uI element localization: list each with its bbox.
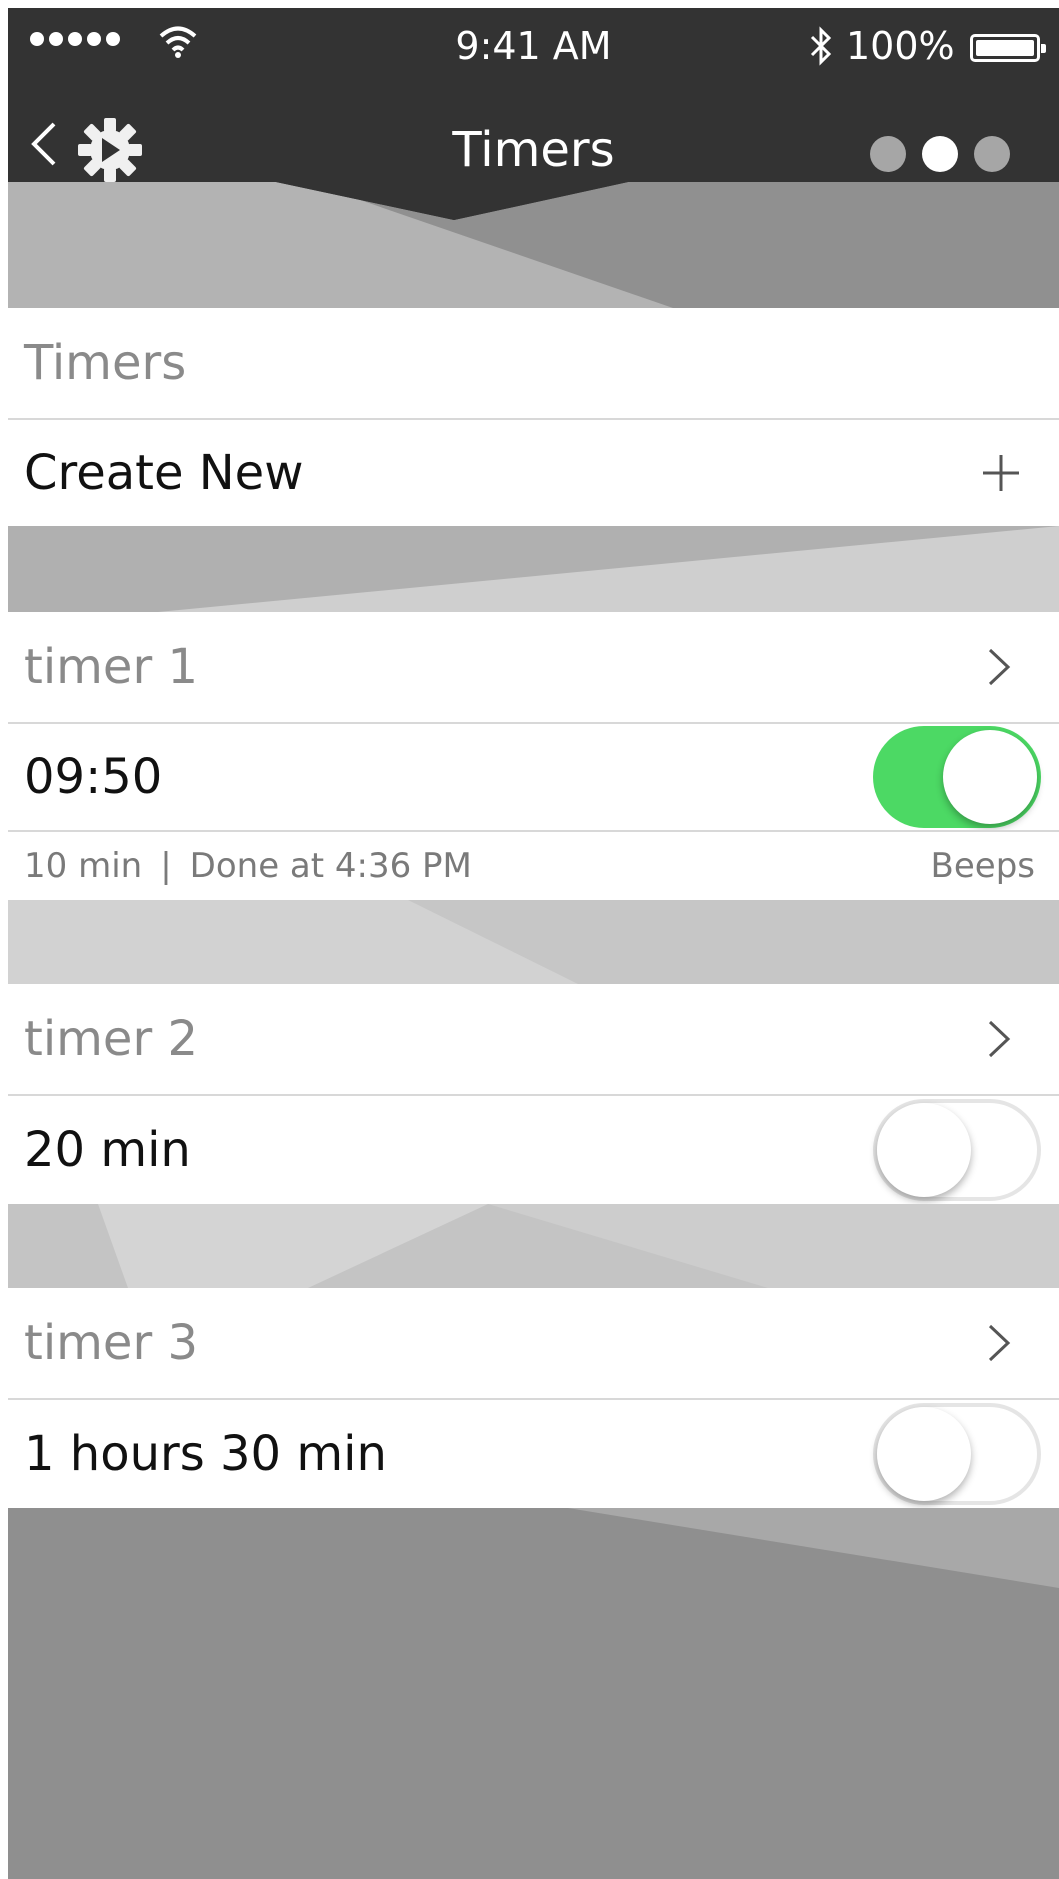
chevron-right-icon[interactable] (987, 1323, 1011, 1363)
section-title: Timers (24, 335, 187, 391)
plus-icon[interactable] (979, 451, 1023, 495)
timer-value: 1 hours 30 min (24, 1426, 387, 1482)
timer-name-row[interactable]: timer 3 (8, 1288, 1059, 1398)
battery-percent: 100% (846, 24, 955, 68)
timer-name-row[interactable]: timer 1 (8, 612, 1059, 722)
timer-value: 09:50 (24, 749, 163, 805)
background-band (8, 900, 1059, 984)
timer-value-row: 1 hours 30 min (8, 1400, 1059, 1508)
timer-toggle[interactable] (873, 726, 1041, 828)
chevron-right-icon[interactable] (987, 1019, 1011, 1059)
app-screen: 9:41 AM 100% Timers Timers Create New ti… (8, 8, 1059, 1879)
details-separator: | (160, 846, 172, 886)
page-indicator[interactable] (870, 136, 1010, 172)
timer-toggle[interactable] (873, 1099, 1041, 1201)
timer-done-text: Done at 4:36 PM (189, 846, 472, 886)
timer-name: timer 3 (24, 1315, 198, 1371)
battery-icon (970, 34, 1046, 62)
background-band (8, 526, 1059, 612)
page-dot[interactable] (870, 136, 906, 172)
toggle-knob (877, 1103, 971, 1197)
timer-details-row: 10 min | Done at 4:36 PM Beeps (8, 832, 1059, 900)
bluetooth-icon (810, 26, 832, 66)
toggle-knob (877, 1407, 971, 1501)
footer-background-band (8, 1508, 1059, 1879)
timer-value-row: 20 min (8, 1096, 1059, 1204)
timer-value: 20 min (24, 1122, 191, 1178)
timer-details: 10 min | Done at 4:36 PM (24, 846, 472, 886)
timer-name: timer 2 (24, 1011, 198, 1067)
timer-name-row[interactable]: timer 2 (8, 984, 1059, 1094)
create-new-row[interactable]: Create New (8, 420, 1059, 526)
section-header: Timers (8, 308, 1059, 418)
page-dot[interactable] (974, 136, 1010, 172)
timer-duration: 10 min (24, 846, 143, 886)
page-dot-active[interactable] (922, 136, 958, 172)
chevron-right-icon[interactable] (987, 647, 1011, 687)
background-band (8, 1204, 1059, 1288)
create-new-label: Create New (24, 445, 304, 501)
timer-sound: Beeps (930, 846, 1035, 886)
timer-toggle[interactable] (873, 1403, 1041, 1505)
toggle-knob (943, 730, 1037, 824)
header-background-band (8, 182, 1059, 308)
timer-name: timer 1 (24, 639, 198, 695)
timer-value-row: 09:50 (8, 724, 1059, 830)
status-bar: 9:41 AM 100% (8, 8, 1059, 78)
